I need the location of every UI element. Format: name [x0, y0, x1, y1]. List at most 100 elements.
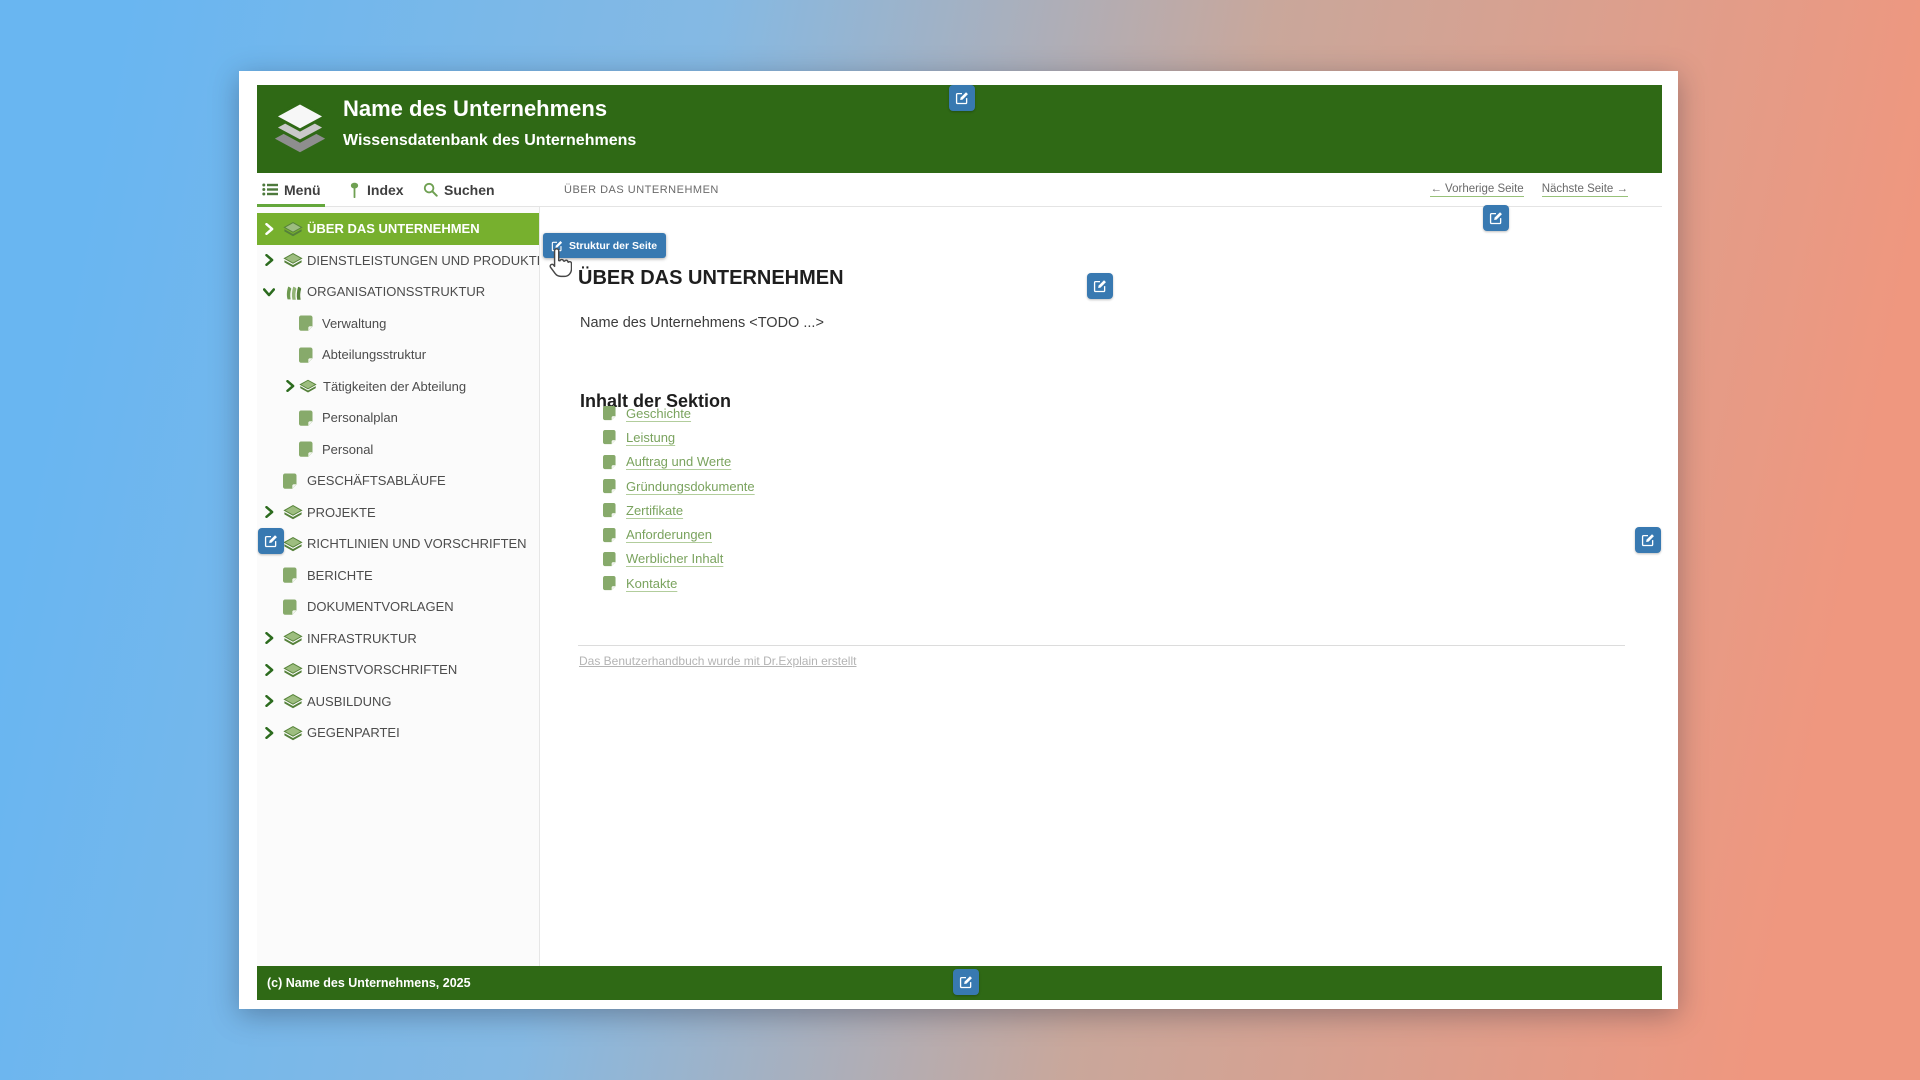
page-icon: [603, 551, 616, 567]
page-navigation: ← Vorherige Seite Nächste Seite →: [1430, 173, 1628, 206]
page-icon: [603, 405, 616, 421]
sidebar-item-geschaeftsablaeufe[interactable]: GESCHÄFTSABLÄUFE: [257, 465, 539, 497]
content-link-geschichte[interactable]: Geschichte: [603, 401, 755, 425]
chevron-down-icon: [263, 287, 275, 297]
content-link-zertifikate[interactable]: Zertifikate: [603, 498, 755, 522]
sidebar-item-dienstleistungen-und-produkte[interactable]: DIENSTLEISTUNGEN UND PRODUKTE: [257, 245, 539, 277]
sidebar-item-label: BERICHTE: [307, 568, 373, 583]
sidebar-item-berichte[interactable]: BERICHTE: [257, 560, 539, 592]
sidebar-item-ausbildung[interactable]: AUSBILDUNG: [257, 686, 539, 718]
tab-search[interactable]: Suchen: [423, 173, 495, 206]
site-subtitle: Wissensdatenbank des Unternehmens: [343, 131, 636, 151]
sidebar-item-personalplan[interactable]: Personalplan: [257, 402, 539, 434]
sidebar-item-dienstvorschriften[interactable]: DIENSTVORSCHRIFTEN: [257, 654, 539, 686]
desktop-background: { "header": { "title": "Name des Unterne…: [0, 0, 1920, 1080]
sidebar-item-personal[interactable]: Personal: [257, 434, 539, 466]
content-link-label[interactable]: Geschichte: [626, 406, 691, 421]
help-window: Name des Unternehmens Wissensdatenbank d…: [239, 71, 1678, 1009]
content-link-label[interactable]: Anforderungen: [626, 527, 712, 542]
sidebar-item-gegenpartei[interactable]: GEGENPARTEI: [257, 717, 539, 749]
next-page-link[interactable]: Nächste Seite →: [1542, 183, 1628, 197]
sidebar-item-organisationsstruktur[interactable]: ORGANISATIONSSTRUKTUR: [257, 276, 539, 308]
page-icon: [603, 429, 616, 445]
menu-list-icon: [262, 183, 278, 196]
page-icon: [283, 473, 297, 489]
page-icon: [299, 410, 313, 426]
chapter-icon: [283, 693, 303, 709]
generator-credit-link[interactable]: Das Benutzerhandbuch wurde mit Dr.Explai…: [579, 654, 856, 668]
sidebar-item-label: DIENSTLEISTUNGEN UND PRODUKTE: [307, 253, 540, 268]
chevron-right-icon: [264, 664, 274, 676]
sidebar-item-ueber-das-unternehmen[interactable]: ÜBER DAS UNTERNEHMEN: [257, 213, 539, 245]
chapter-icon: [299, 378, 317, 394]
content-link-label[interactable]: Auftrag und Werte: [626, 454, 731, 469]
sidebar-item-abteilungsstruktur[interactable]: Abteilungsstruktur: [257, 339, 539, 371]
page-icon: [283, 599, 297, 615]
chevron-right-icon: [264, 727, 274, 739]
page-title: ÜBER DAS UNTERNEHMEN: [578, 267, 844, 290]
content-link-label[interactable]: Gründungsdokumente: [626, 479, 755, 494]
sidebar-item-label: ORGANISATIONSSTRUKTUR: [307, 284, 485, 299]
sidebar-item-label: Abteilungsstruktur: [322, 347, 426, 362]
page-icon: [299, 315, 313, 331]
chevron-right-icon: [264, 632, 274, 644]
edit-header-button[interactable]: [949, 85, 975, 111]
content-link-kontakte[interactable]: Kontakte: [603, 571, 755, 595]
open-chapter-icon: [283, 284, 303, 300]
edit-icon: [1093, 279, 1107, 293]
content-area: Struktur der Seite ÜBER DAS UNTERNEHMEN …: [540, 207, 1662, 966]
company-logo-layers-icon: [269, 100, 331, 158]
content-link-label[interactable]: Werblicher Inhalt: [626, 551, 723, 566]
chevron-right-icon: [285, 380, 295, 392]
edit-pager-button[interactable]: [1483, 205, 1509, 231]
sidebar-item-verwaltung[interactable]: Verwaltung: [257, 308, 539, 340]
sidebar-item-richtlinien-und-vorschriften[interactable]: RICHTLINIEN UND VORSCHRIFTEN: [257, 528, 539, 560]
hand-cursor-icon: [545, 248, 572, 281]
previous-page-link[interactable]: ← Vorherige Seite: [1430, 183, 1523, 197]
page-icon: [283, 567, 297, 583]
tab-menu[interactable]: Menü: [262, 173, 321, 206]
sidebar-item-projekte[interactable]: PROJEKTE: [257, 497, 539, 529]
content-link-gruendungsdokumente[interactable]: Gründungsdokumente: [603, 474, 755, 498]
sidebar-item-dokumentvorlagen[interactable]: DOKUMENTVORLAGEN: [257, 591, 539, 623]
content-link-label[interactable]: Leistung: [626, 430, 675, 445]
chevron-right-icon: [264, 506, 274, 518]
edit-content-button[interactable]: [1635, 527, 1661, 553]
content-link-leistung[interactable]: Leistung: [603, 425, 755, 449]
tooltip-label: Struktur der Seite: [569, 240, 657, 252]
edit-icon: [955, 91, 969, 105]
chevron-right-icon: [264, 695, 274, 707]
content-divider: [578, 645, 1625, 646]
page-icon: [299, 441, 313, 457]
edit-footer-button[interactable]: [953, 969, 979, 995]
content-link-label[interactable]: Zertifikate: [626, 503, 683, 518]
sidebar-item-infrastruktur[interactable]: INFRASTRUKTUR: [257, 623, 539, 655]
edit-icon: [1641, 533, 1655, 547]
toc-sidebar: ÜBER DAS UNTERNEHMEN DIENSTLEISTUNGEN UN…: [257, 207, 540, 966]
search-icon: [423, 182, 438, 197]
sidebar-item-label: PROJEKTE: [307, 505, 376, 520]
sidebar-item-taetigkeiten-der-abteilung[interactable]: Tätigkeiten der Abteilung: [257, 371, 539, 403]
tab-search-label: Suchen: [444, 182, 495, 198]
edit-sidebar-button[interactable]: [258, 528, 284, 554]
content-link-auftrag-und-werte[interactable]: Auftrag und Werte: [603, 450, 755, 474]
edit-icon: [959, 975, 973, 989]
content-link-anforderungen[interactable]: Anforderungen: [603, 522, 755, 546]
pin-icon: [348, 182, 361, 198]
chapter-icon: [283, 536, 303, 552]
copyright-text: (c) Name des Unternehmens, 2025: [267, 976, 471, 990]
sidebar-item-label: Verwaltung: [322, 316, 386, 331]
tab-index-label: Index: [367, 182, 404, 198]
tab-menu-label: Menü: [284, 182, 321, 198]
toolbar: Menü Index Suchen ÜBER DAS UNTERNEHMEN ←…: [257, 173, 1662, 207]
sidebar-item-label: AUSBILDUNG: [307, 694, 392, 709]
content-link-werblicher-inhalt[interactable]: Werblicher Inhalt: [603, 547, 755, 571]
edit-heading-button[interactable]: [1087, 273, 1113, 299]
tab-index[interactable]: Index: [348, 173, 404, 206]
content-link-label[interactable]: Kontakte: [626, 576, 677, 591]
site-title: Name des Unternehmens: [343, 96, 607, 122]
chapter-icon: [283, 504, 303, 520]
sidebar-item-label: GESCHÄFTSABLÄUFE: [307, 473, 446, 488]
sidebar-item-label: RICHTLINIEN UND VORSCHRIFTEN: [307, 536, 527, 551]
page-icon: [603, 478, 616, 494]
